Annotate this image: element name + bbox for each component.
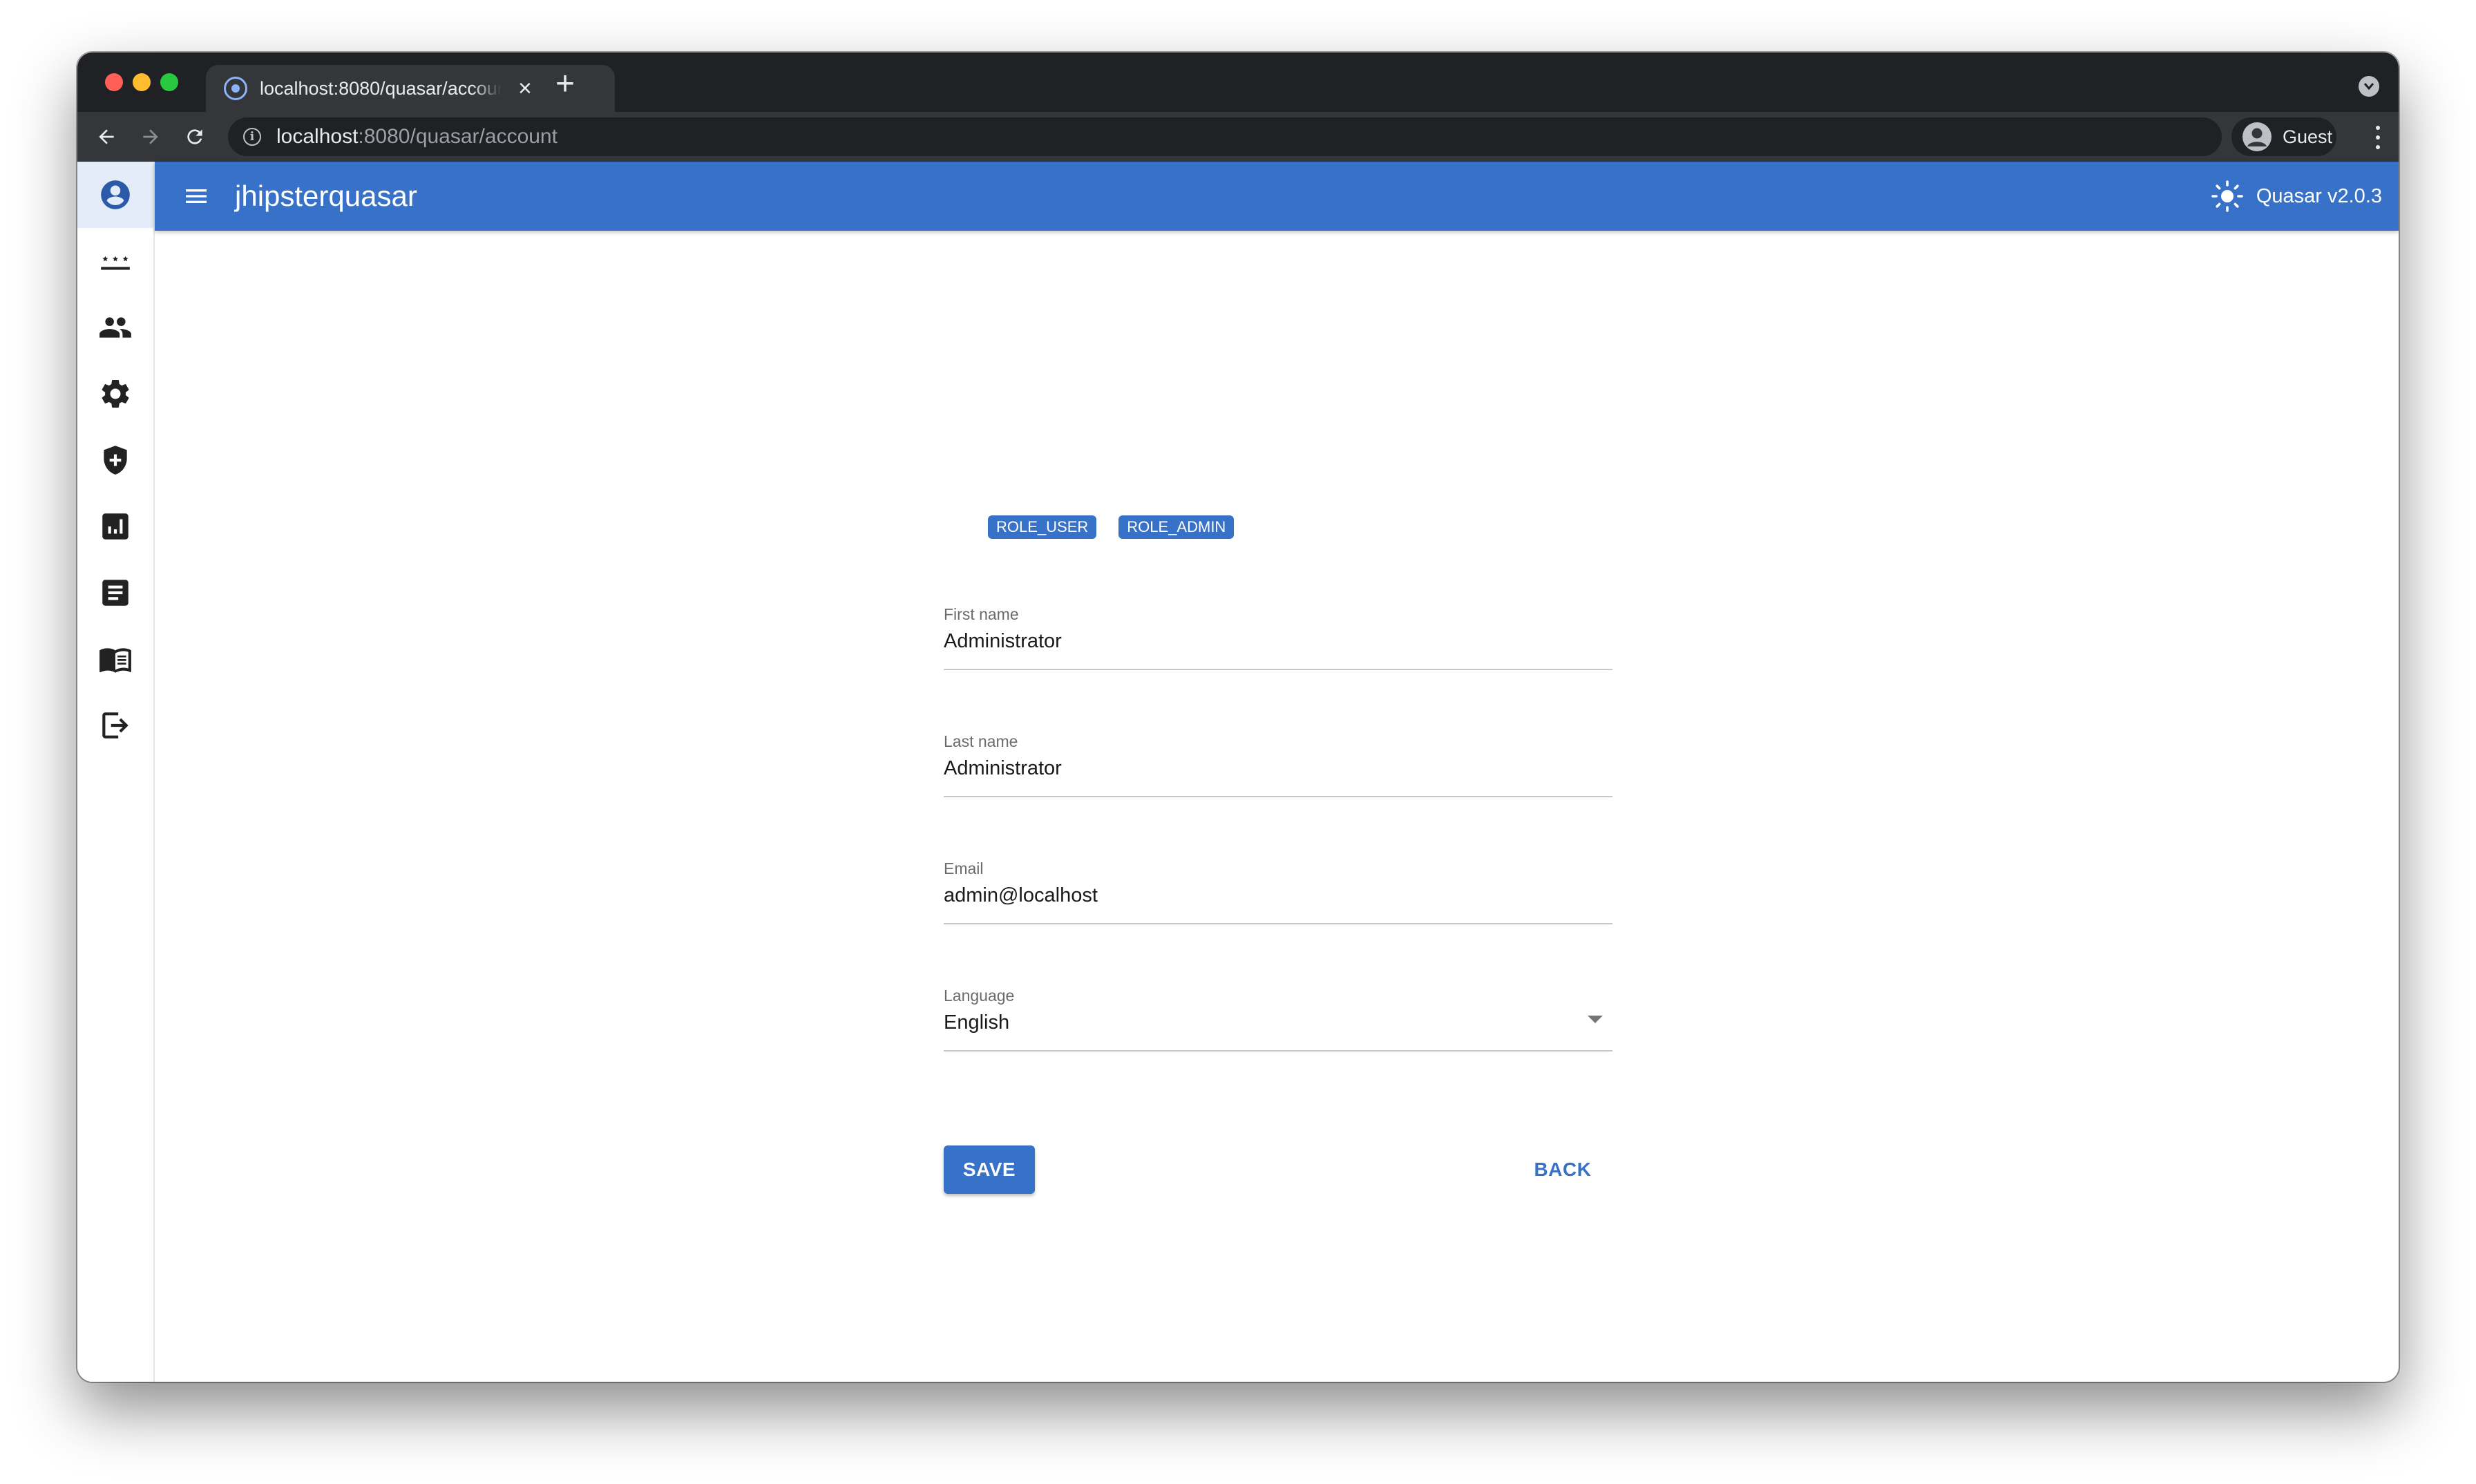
language-label: Language — [944, 987, 1015, 1005]
back-arrow-icon[interactable] — [91, 122, 122, 152]
forward-arrow-icon[interactable] — [135, 122, 166, 152]
first-name-field[interactable]: First name Administrator — [944, 593, 1612, 670]
browser-tab[interactable]: localhost:8080/quasar/account × — [206, 65, 615, 112]
browser-window: localhost:8080/quasar/account × + i loca… — [77, 53, 2399, 1382]
people-icon — [99, 317, 131, 338]
address-bar[interactable]: i localhost:8080/quasar/account — [228, 117, 2222, 156]
browser-toolbar: i localhost:8080/quasar/account Guest — [77, 112, 2399, 162]
logout-icon — [102, 712, 128, 739]
password-icon — [101, 256, 130, 270]
sidebar-item-password[interactable] — [77, 228, 153, 294]
sidebar — [77, 162, 155, 1382]
email-label: Email — [944, 859, 984, 877]
hamburger-menu-icon[interactable] — [180, 180, 213, 213]
last-name-input[interactable]: Administrator — [944, 757, 1062, 780]
account-circle-icon — [101, 180, 130, 209]
dropdown-arrow-icon[interactable] — [1588, 1016, 1603, 1023]
sidebar-item-logs[interactable] — [77, 560, 153, 626]
maximize-window-button[interactable] — [160, 73, 178, 91]
email-field[interactable]: Email admin@localhost — [944, 847, 1612, 924]
minimize-window-button[interactable] — [133, 73, 151, 91]
site-info-icon[interactable]: i — [243, 128, 261, 146]
profile-button[interactable]: Guest — [2231, 117, 2336, 156]
sidebar-item-api-docs[interactable] — [77, 626, 153, 692]
document-icon — [102, 580, 128, 606]
url-path: :8080/quasar/account — [358, 125, 558, 148]
sidebar-item-health[interactable] — [77, 427, 153, 493]
role-chip: ROLE_ADMIN — [1118, 515, 1235, 539]
reload-icon[interactable] — [180, 122, 210, 152]
sidebar-item-users[interactable] — [77, 294, 153, 361]
tab-search-icon[interactable] — [2359, 76, 2379, 97]
role-chips: ROLE_USER ROLE_ADMIN — [988, 515, 1256, 539]
book-icon — [99, 648, 131, 673]
profile-label: Guest — [2283, 126, 2333, 147]
avatar-icon — [2242, 122, 2272, 151]
save-button[interactable]: SAVE — [944, 1145, 1035, 1194]
app-header: jhipsterquasar Quasar v2.0.3 — [155, 162, 2399, 231]
app-title[interactable]: jhipsterquasar — [235, 180, 417, 213]
close-window-button[interactable] — [105, 73, 123, 91]
sidebar-item-logout[interactable] — [77, 692, 153, 759]
first-name-label: First name — [944, 605, 1019, 623]
first-name-input[interactable]: Administrator — [944, 630, 1062, 653]
last-name-label: Last name — [944, 732, 1018, 750]
browser-menu-icon[interactable] — [2374, 126, 2382, 149]
sidebar-item-settings[interactable] — [77, 361, 153, 427]
tab-close-icon[interactable]: × — [518, 77, 532, 100]
version-label: Quasar v2.0.3 — [2256, 184, 2382, 207]
favicon-icon — [224, 77, 247, 100]
gear-icon — [102, 379, 129, 408]
url-host: localhost — [276, 125, 359, 148]
sun-icon[interactable] — [2211, 180, 2244, 213]
sidebar-item-metrics[interactable] — [77, 493, 153, 560]
url-text[interactable]: localhost:8080/quasar/account — [276, 125, 558, 149]
header-right: Quasar v2.0.3 — [2211, 162, 2382, 231]
sidebar-item-account[interactable] — [77, 162, 153, 228]
tab-strip: localhost:8080/quasar/account × + — [77, 53, 2399, 112]
language-select[interactable]: Language English — [944, 974, 1612, 1052]
last-name-field[interactable]: Last name Administrator — [944, 720, 1612, 797]
app-root: jhipsterquasar Quasar v2.0.3 ROLE_USER R… — [77, 162, 2399, 1382]
email-input[interactable]: admin@localhost — [944, 884, 1098, 907]
shield-plus-icon — [104, 446, 127, 475]
role-chip: ROLE_USER — [988, 515, 1097, 539]
language-value: English — [944, 1011, 1010, 1034]
back-button[interactable]: BACK — [1513, 1145, 1612, 1194]
new-tab-button[interactable]: + — [555, 68, 575, 101]
analytics-icon — [102, 513, 128, 540]
tab-title: localhost:8080/quasar/account — [260, 77, 502, 99]
